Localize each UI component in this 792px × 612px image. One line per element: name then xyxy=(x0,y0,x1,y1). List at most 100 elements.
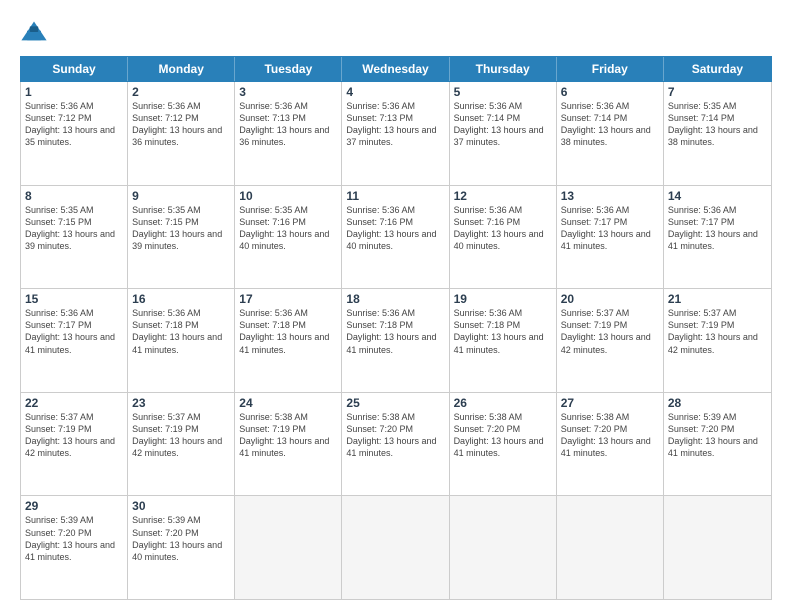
calendar-cell: 28 Sunrise: 5:39 AMSunset: 7:20 PMDaylig… xyxy=(664,393,771,496)
day-number: 17 xyxy=(239,292,337,306)
cell-info: Sunrise: 5:36 AMSunset: 7:16 PMDaylight:… xyxy=(454,204,552,253)
calendar-row-5: 29 Sunrise: 5:39 AMSunset: 7:20 PMDaylig… xyxy=(21,496,771,599)
calendar-cell: 30 Sunrise: 5:39 AMSunset: 7:20 PMDaylig… xyxy=(128,496,235,599)
day-number: 3 xyxy=(239,85,337,99)
cell-info: Sunrise: 5:35 AMSunset: 7:15 PMDaylight:… xyxy=(132,204,230,253)
calendar-cell: 26 Sunrise: 5:38 AMSunset: 7:20 PMDaylig… xyxy=(450,393,557,496)
header-cell-wednesday: Wednesday xyxy=(342,57,449,81)
calendar-cell: 29 Sunrise: 5:39 AMSunset: 7:20 PMDaylig… xyxy=(21,496,128,599)
calendar-cell: 16 Sunrise: 5:36 AMSunset: 7:18 PMDaylig… xyxy=(128,289,235,392)
calendar-cell: 23 Sunrise: 5:37 AMSunset: 7:19 PMDaylig… xyxy=(128,393,235,496)
cell-info: Sunrise: 5:39 AMSunset: 7:20 PMDaylight:… xyxy=(25,514,123,563)
calendar-cell: 3 Sunrise: 5:36 AMSunset: 7:13 PMDayligh… xyxy=(235,82,342,185)
day-number: 30 xyxy=(132,499,230,513)
calendar-cell: 19 Sunrise: 5:36 AMSunset: 7:18 PMDaylig… xyxy=(450,289,557,392)
calendar-cell: 10 Sunrise: 5:35 AMSunset: 7:16 PMDaylig… xyxy=(235,186,342,289)
calendar-body: 1 Sunrise: 5:36 AMSunset: 7:12 PMDayligh… xyxy=(20,82,772,600)
cell-info: Sunrise: 5:35 AMSunset: 7:16 PMDaylight:… xyxy=(239,204,337,253)
day-number: 6 xyxy=(561,85,659,99)
day-number: 20 xyxy=(561,292,659,306)
cell-info: Sunrise: 5:36 AMSunset: 7:12 PMDaylight:… xyxy=(25,100,123,149)
cell-info: Sunrise: 5:36 AMSunset: 7:18 PMDaylight:… xyxy=(239,307,337,356)
cell-info: Sunrise: 5:38 AMSunset: 7:20 PMDaylight:… xyxy=(454,411,552,460)
calendar-row-4: 22 Sunrise: 5:37 AMSunset: 7:19 PMDaylig… xyxy=(21,393,771,497)
calendar-cell: 8 Sunrise: 5:35 AMSunset: 7:15 PMDayligh… xyxy=(21,186,128,289)
calendar-cell: 12 Sunrise: 5:36 AMSunset: 7:16 PMDaylig… xyxy=(450,186,557,289)
cell-info: Sunrise: 5:37 AMSunset: 7:19 PMDaylight:… xyxy=(132,411,230,460)
header-cell-sunday: Sunday xyxy=(21,57,128,81)
cell-info: Sunrise: 5:39 AMSunset: 7:20 PMDaylight:… xyxy=(132,514,230,563)
calendar-cell: 18 Sunrise: 5:36 AMSunset: 7:18 PMDaylig… xyxy=(342,289,449,392)
day-number: 22 xyxy=(25,396,123,410)
day-number: 26 xyxy=(454,396,552,410)
calendar-cell: 2 Sunrise: 5:36 AMSunset: 7:12 PMDayligh… xyxy=(128,82,235,185)
calendar-cell: 9 Sunrise: 5:35 AMSunset: 7:15 PMDayligh… xyxy=(128,186,235,289)
day-number: 8 xyxy=(25,189,123,203)
header-cell-friday: Friday xyxy=(557,57,664,81)
cell-info: Sunrise: 5:38 AMSunset: 7:20 PMDaylight:… xyxy=(561,411,659,460)
cell-info: Sunrise: 5:36 AMSunset: 7:17 PMDaylight:… xyxy=(25,307,123,356)
calendar: SundayMondayTuesdayWednesdayThursdayFrid… xyxy=(20,56,772,600)
day-number: 18 xyxy=(346,292,444,306)
cell-info: Sunrise: 5:36 AMSunset: 7:18 PMDaylight:… xyxy=(132,307,230,356)
day-number: 15 xyxy=(25,292,123,306)
cell-info: Sunrise: 5:37 AMSunset: 7:19 PMDaylight:… xyxy=(25,411,123,460)
day-number: 7 xyxy=(668,85,767,99)
cell-info: Sunrise: 5:36 AMSunset: 7:13 PMDaylight:… xyxy=(239,100,337,149)
calendar-cell: 11 Sunrise: 5:36 AMSunset: 7:16 PMDaylig… xyxy=(342,186,449,289)
calendar-cell xyxy=(450,496,557,599)
calendar-cell: 15 Sunrise: 5:36 AMSunset: 7:17 PMDaylig… xyxy=(21,289,128,392)
calendar-cell: 22 Sunrise: 5:37 AMSunset: 7:19 PMDaylig… xyxy=(21,393,128,496)
calendar-cell: 24 Sunrise: 5:38 AMSunset: 7:19 PMDaylig… xyxy=(235,393,342,496)
calendar-cell xyxy=(235,496,342,599)
cell-info: Sunrise: 5:36 AMSunset: 7:14 PMDaylight:… xyxy=(454,100,552,149)
day-number: 10 xyxy=(239,189,337,203)
calendar-cell: 21 Sunrise: 5:37 AMSunset: 7:19 PMDaylig… xyxy=(664,289,771,392)
cell-info: Sunrise: 5:35 AMSunset: 7:15 PMDaylight:… xyxy=(25,204,123,253)
day-number: 13 xyxy=(561,189,659,203)
cell-info: Sunrise: 5:36 AMSunset: 7:14 PMDaylight:… xyxy=(561,100,659,149)
cell-info: Sunrise: 5:38 AMSunset: 7:20 PMDaylight:… xyxy=(346,411,444,460)
day-number: 2 xyxy=(132,85,230,99)
cell-info: Sunrise: 5:36 AMSunset: 7:12 PMDaylight:… xyxy=(132,100,230,149)
cell-info: Sunrise: 5:36 AMSunset: 7:18 PMDaylight:… xyxy=(346,307,444,356)
day-number: 29 xyxy=(25,499,123,513)
header-cell-tuesday: Tuesday xyxy=(235,57,342,81)
calendar-cell: 17 Sunrise: 5:36 AMSunset: 7:18 PMDaylig… xyxy=(235,289,342,392)
logo xyxy=(20,18,52,46)
calendar-row-1: 1 Sunrise: 5:36 AMSunset: 7:12 PMDayligh… xyxy=(21,82,771,186)
cell-info: Sunrise: 5:36 AMSunset: 7:18 PMDaylight:… xyxy=(454,307,552,356)
calendar-cell: 25 Sunrise: 5:38 AMSunset: 7:20 PMDaylig… xyxy=(342,393,449,496)
header-cell-saturday: Saturday xyxy=(664,57,771,81)
cell-info: Sunrise: 5:37 AMSunset: 7:19 PMDaylight:… xyxy=(668,307,767,356)
cell-info: Sunrise: 5:39 AMSunset: 7:20 PMDaylight:… xyxy=(668,411,767,460)
calendar-cell xyxy=(557,496,664,599)
day-number: 28 xyxy=(668,396,767,410)
day-number: 25 xyxy=(346,396,444,410)
calendar-cell: 13 Sunrise: 5:36 AMSunset: 7:17 PMDaylig… xyxy=(557,186,664,289)
day-number: 12 xyxy=(454,189,552,203)
cell-info: Sunrise: 5:37 AMSunset: 7:19 PMDaylight:… xyxy=(561,307,659,356)
cell-info: Sunrise: 5:36 AMSunset: 7:17 PMDaylight:… xyxy=(668,204,767,253)
calendar-cell: 5 Sunrise: 5:36 AMSunset: 7:14 PMDayligh… xyxy=(450,82,557,185)
calendar-cell: 14 Sunrise: 5:36 AMSunset: 7:17 PMDaylig… xyxy=(664,186,771,289)
calendar-row-3: 15 Sunrise: 5:36 AMSunset: 7:17 PMDaylig… xyxy=(21,289,771,393)
calendar-row-2: 8 Sunrise: 5:35 AMSunset: 7:15 PMDayligh… xyxy=(21,186,771,290)
cell-info: Sunrise: 5:36 AMSunset: 7:17 PMDaylight:… xyxy=(561,204,659,253)
day-number: 24 xyxy=(239,396,337,410)
calendar-header: SundayMondayTuesdayWednesdayThursdayFrid… xyxy=(20,56,772,82)
calendar-cell: 27 Sunrise: 5:38 AMSunset: 7:20 PMDaylig… xyxy=(557,393,664,496)
day-number: 23 xyxy=(132,396,230,410)
calendar-cell xyxy=(664,496,771,599)
logo-icon xyxy=(20,18,48,46)
day-number: 14 xyxy=(668,189,767,203)
calendar-cell: 4 Sunrise: 5:36 AMSunset: 7:13 PMDayligh… xyxy=(342,82,449,185)
day-number: 19 xyxy=(454,292,552,306)
day-number: 5 xyxy=(454,85,552,99)
day-number: 1 xyxy=(25,85,123,99)
day-number: 21 xyxy=(668,292,767,306)
cell-info: Sunrise: 5:36 AMSunset: 7:13 PMDaylight:… xyxy=(346,100,444,149)
page: SundayMondayTuesdayWednesdayThursdayFrid… xyxy=(0,0,792,612)
cell-info: Sunrise: 5:35 AMSunset: 7:14 PMDaylight:… xyxy=(668,100,767,149)
day-number: 11 xyxy=(346,189,444,203)
